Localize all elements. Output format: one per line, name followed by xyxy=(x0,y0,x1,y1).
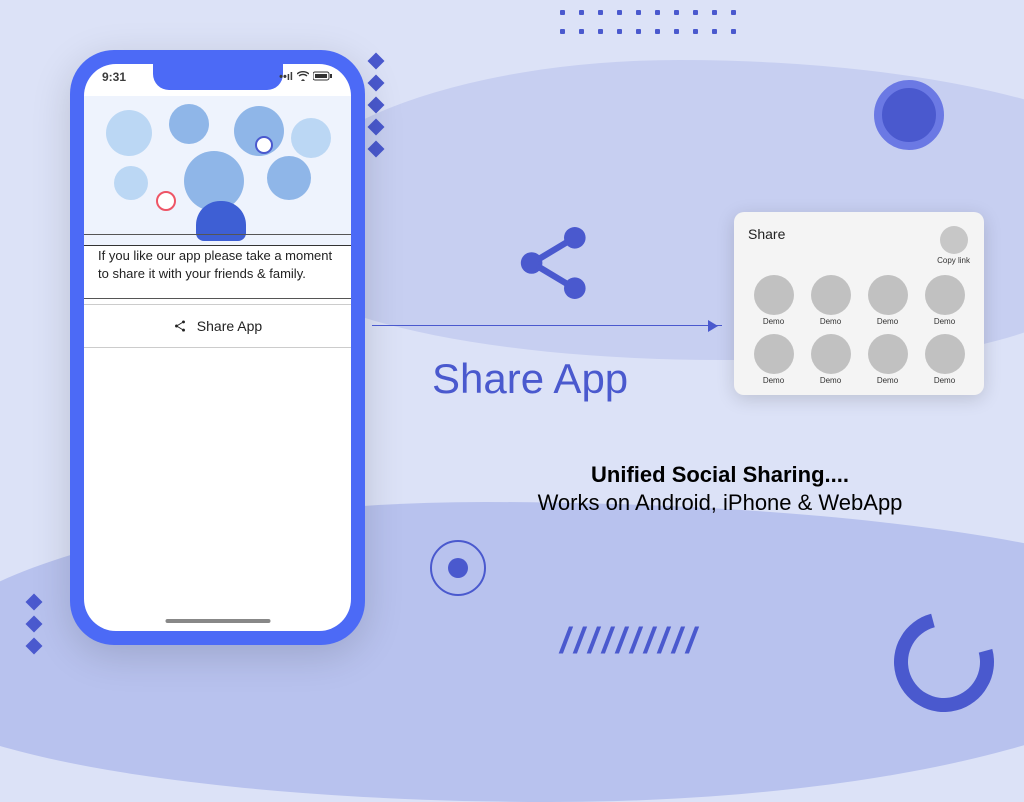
flow-arrow xyxy=(372,325,722,327)
app-icon xyxy=(811,334,851,374)
caption: Unified Social Sharing.... Works on Andr… xyxy=(470,462,970,516)
share-sheet: Share Copy link Demo Demo Demo Demo Demo… xyxy=(734,212,984,395)
share-target-label: Demo xyxy=(820,376,841,385)
share-target-grid: Demo Demo Demo Demo Demo Demo Demo Demo xyxy=(748,275,970,385)
status-icons: ••ıl xyxy=(279,71,333,84)
share-icon-large xyxy=(510,218,600,313)
wifi-icon xyxy=(297,71,309,84)
app-icon xyxy=(925,275,965,315)
home-indicator xyxy=(165,619,270,623)
status-time: 9:31 xyxy=(102,70,126,84)
phone-screen: 9:31 ••ıl If you like our app p xyxy=(84,64,351,631)
app-icon xyxy=(754,334,794,374)
app-icon xyxy=(754,275,794,315)
share-target-label: Demo xyxy=(763,376,784,385)
share-app-button[interactable]: Share App xyxy=(84,304,351,348)
share-target-label: Demo xyxy=(877,317,898,326)
share-target[interactable]: Demo xyxy=(748,334,799,385)
slashes-deco: ////////// xyxy=(560,620,700,662)
share-target-label: Demo xyxy=(934,317,955,326)
phone-mockup: 9:31 ••ıl If you like our app p xyxy=(70,50,365,645)
app-icon xyxy=(868,275,908,315)
battery-icon xyxy=(313,71,333,84)
share-target-label: Demo xyxy=(820,317,841,326)
circle-deco xyxy=(874,80,944,150)
diamonds-deco-bottom xyxy=(28,596,40,652)
share-prompt-text: If you like our app please take a moment… xyxy=(84,234,351,299)
ring-deco xyxy=(430,540,486,596)
share-target[interactable]: Demo xyxy=(805,275,856,326)
copy-link-button[interactable]: Copy link xyxy=(937,226,970,265)
app-icon xyxy=(811,275,851,315)
status-bar: 9:31 ••ıl xyxy=(84,70,351,84)
copy-link-label: Copy link xyxy=(937,256,970,265)
share-target[interactable]: Demo xyxy=(748,275,799,326)
share-target[interactable]: Demo xyxy=(862,275,913,326)
share-target-label: Demo xyxy=(763,317,784,326)
share-icon xyxy=(173,319,187,333)
copy-link-icon xyxy=(940,226,968,254)
share-target[interactable]: Demo xyxy=(919,275,970,326)
caption-line-1: Unified Social Sharing.... xyxy=(470,462,970,488)
share-target-label: Demo xyxy=(877,376,898,385)
caption-line-2: Works on Android, iPhone & WebApp xyxy=(470,490,970,516)
share-target[interactable]: Demo xyxy=(919,334,970,385)
hero-illustration xyxy=(84,96,351,246)
share-target[interactable]: Demo xyxy=(862,334,913,385)
diamonds-deco-top xyxy=(370,55,382,155)
dot-grid-deco xyxy=(560,10,736,34)
share-target-label: Demo xyxy=(934,376,955,385)
app-icon xyxy=(925,334,965,374)
app-icon xyxy=(868,334,908,374)
share-target[interactable]: Demo xyxy=(805,334,856,385)
share-app-button-label: Share App xyxy=(197,318,262,334)
share-sheet-heading: Share xyxy=(748,226,785,242)
signal-icon: ••ıl xyxy=(279,71,293,83)
page-title: Share App xyxy=(432,355,628,403)
